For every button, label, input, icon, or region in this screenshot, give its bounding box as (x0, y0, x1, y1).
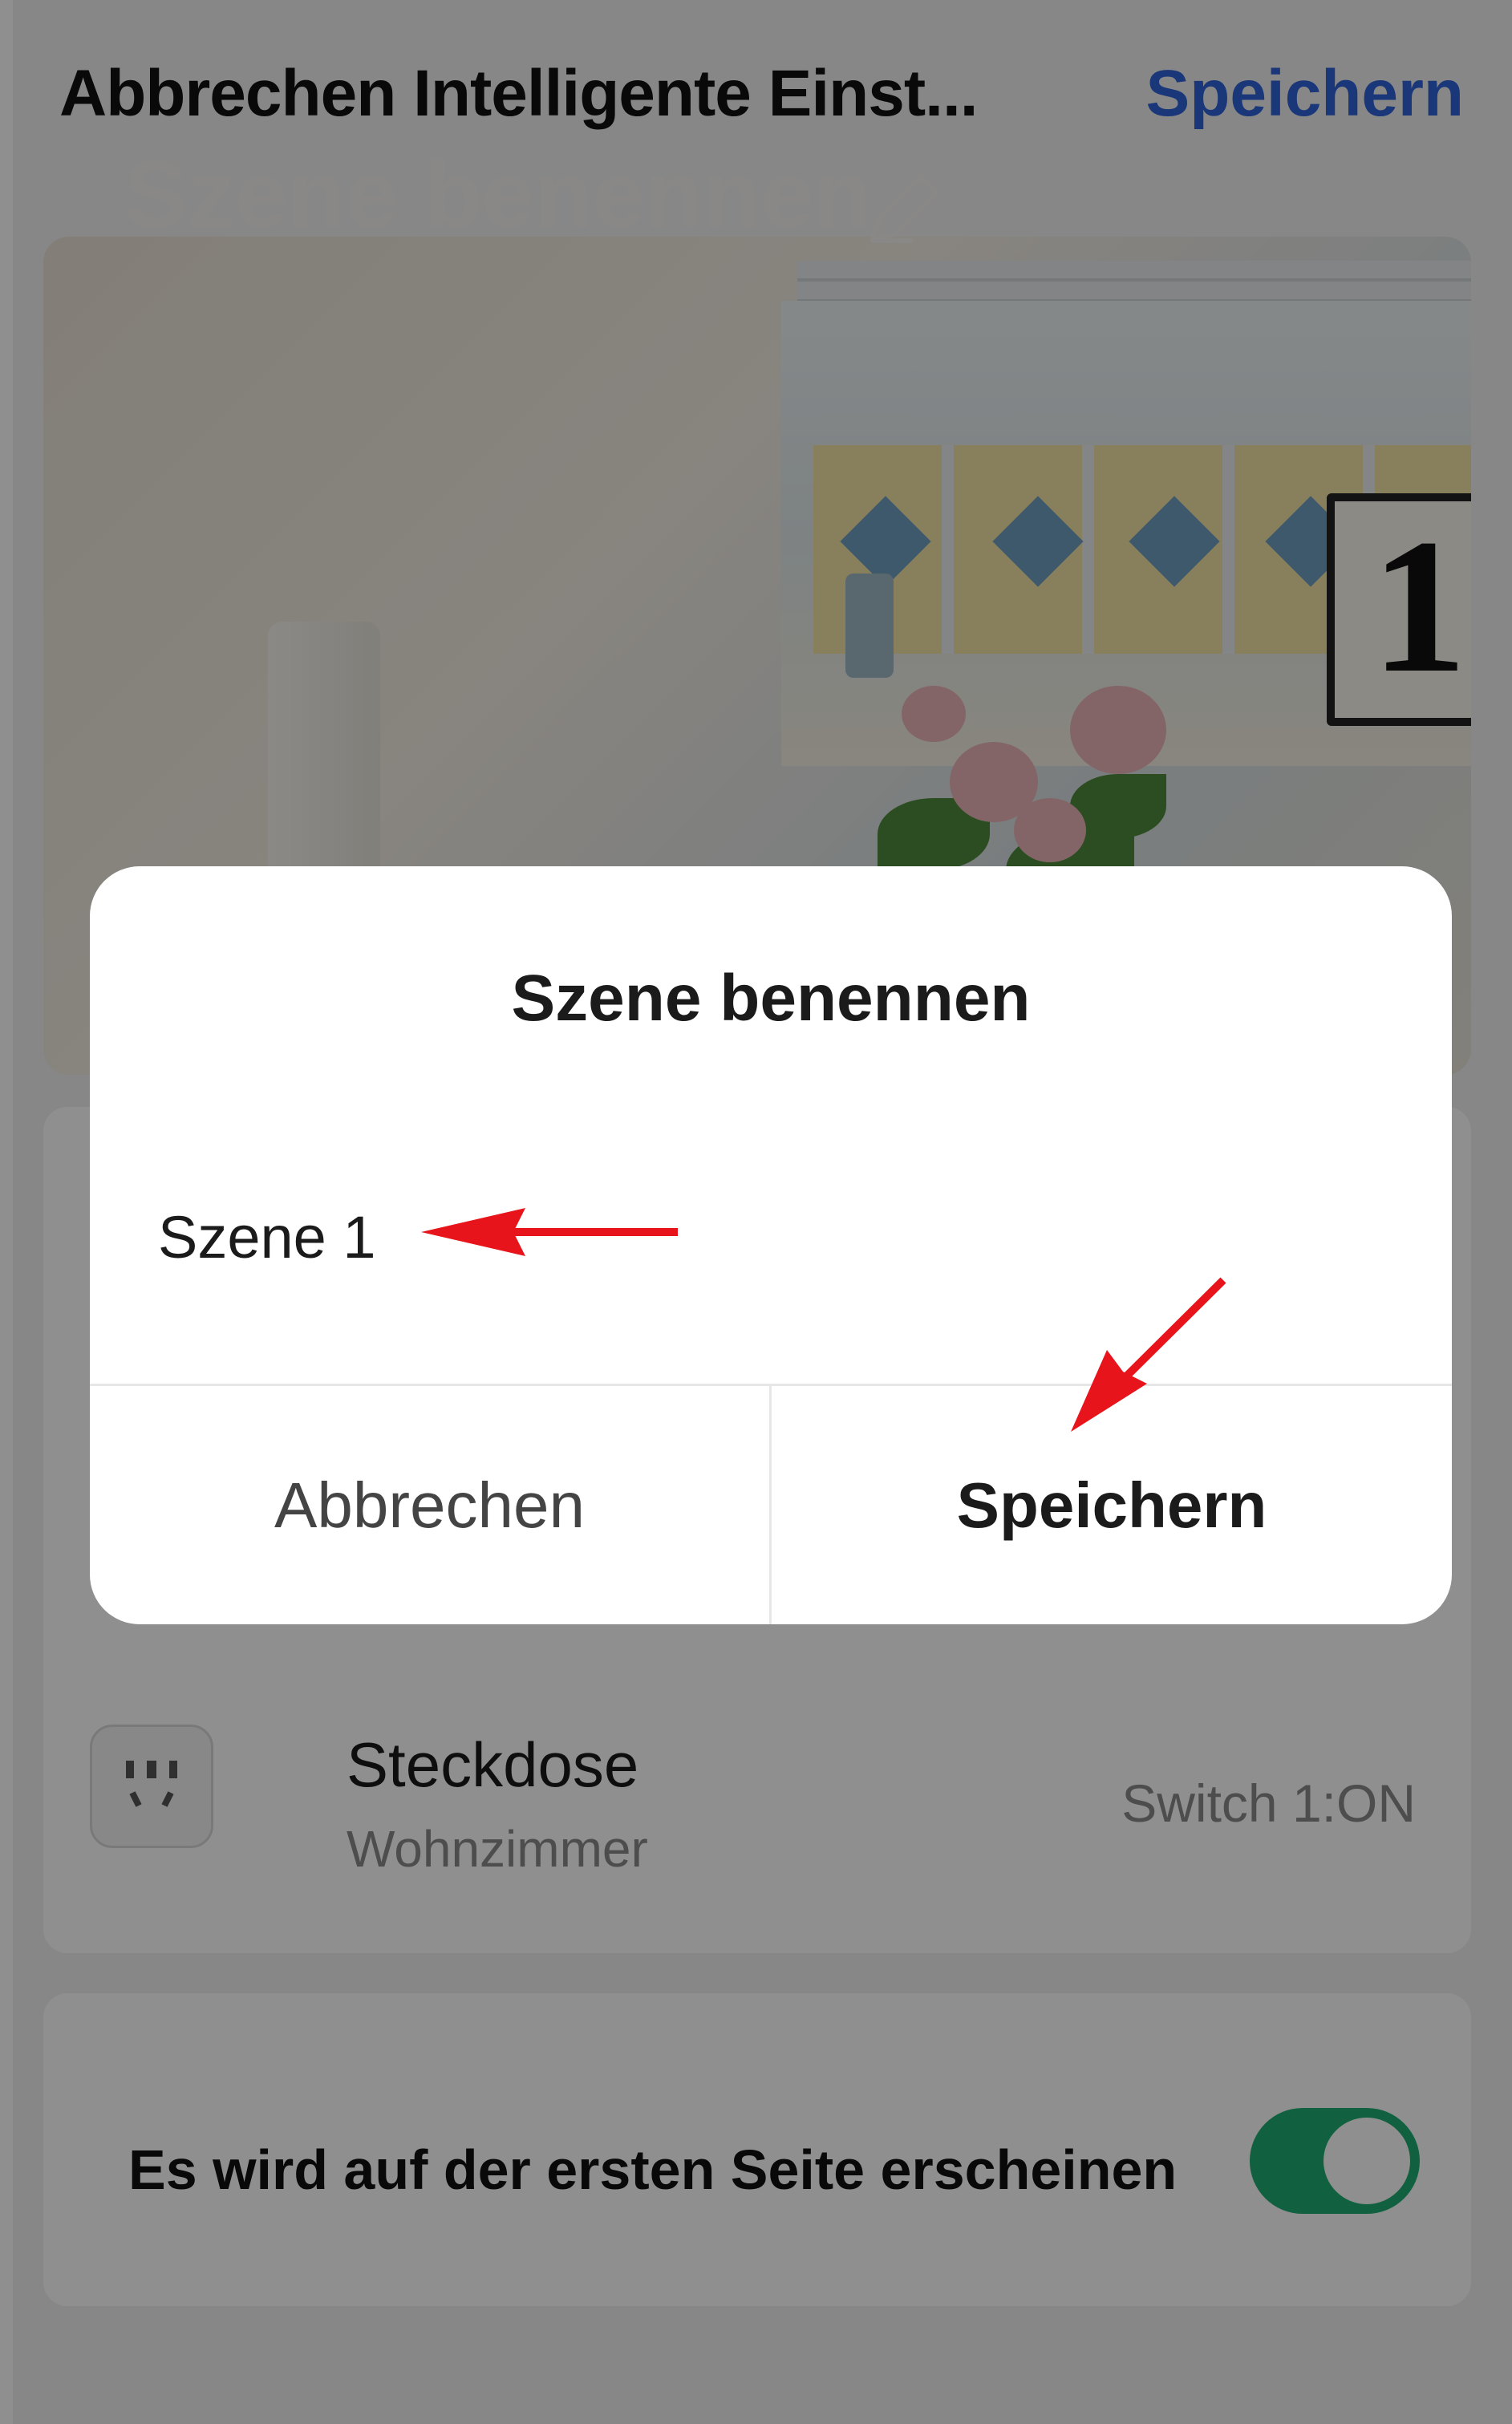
arrow-to-input-icon (421, 1208, 678, 1256)
arrow-to-save-icon (1071, 1277, 1226, 1432)
annotation-arrows (421, 1208, 1226, 1432)
